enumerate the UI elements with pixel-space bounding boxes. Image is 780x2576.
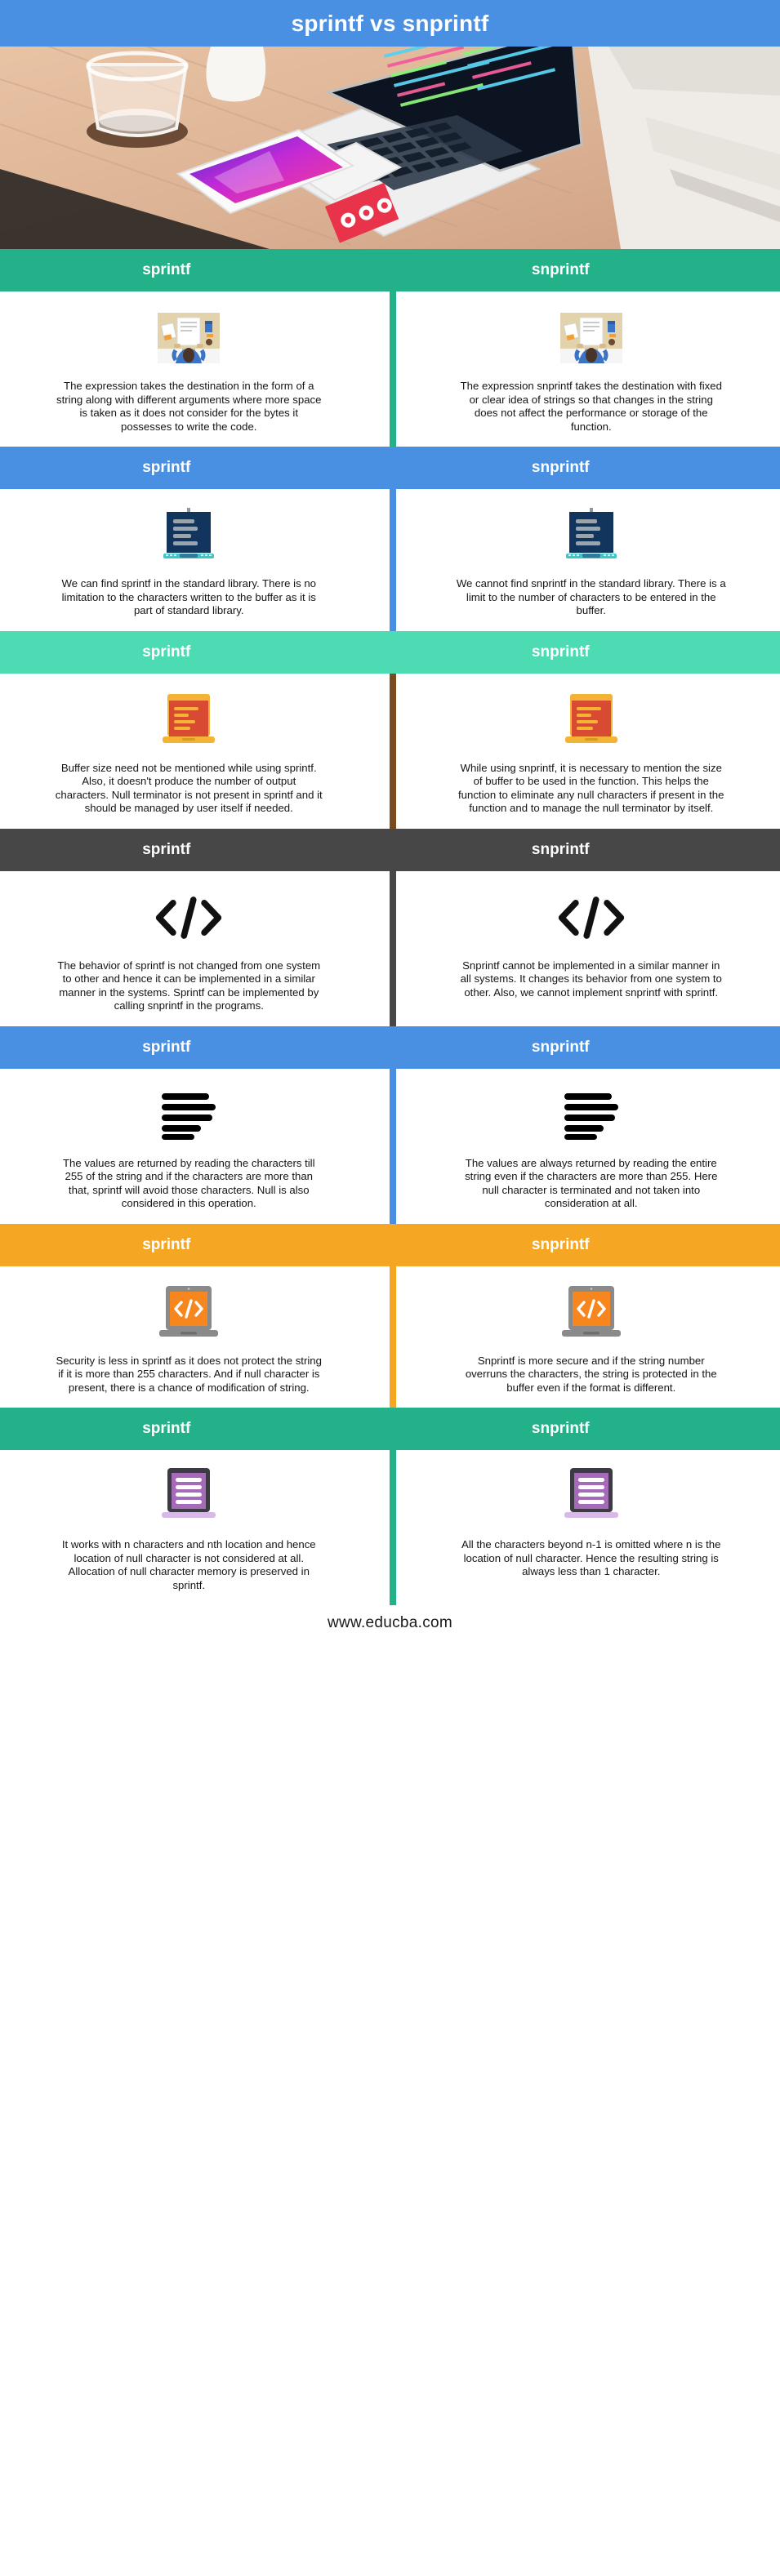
section-divider-4 (390, 870, 396, 1026)
section-band-7: sprintf snprintf (0, 1408, 780, 1450)
page-footer: www.educba.com (0, 1605, 780, 1641)
section-band-5: sprintf snprintf (0, 1026, 780, 1069)
section-text-right-1: The expression snprintf takes the destin… (460, 380, 722, 433)
code-brackets-icon (153, 883, 225, 953)
section-text-right-2: We cannot find snprintf in the standard … (456, 577, 726, 616)
orange-laptop-code-icon (159, 1278, 219, 1348)
section-divider-5 (390, 1068, 396, 1224)
section-band-1: sprintf snprintf (0, 249, 780, 291)
section-text-left-7: It works with n characters and nth locat… (61, 1538, 316, 1591)
section-col-right-7: All the characters beyond n-1 is omitted… (390, 1450, 780, 1605)
section-text-right-5: The values are always returned by readin… (465, 1156, 718, 1210)
band-label-right-4: snprintf (531, 840, 590, 858)
section-col-right-4: Snprintf cannot be implemented in a simi… (390, 871, 780, 1026)
section-row-7: It works with n characters and nth locat… (0, 1450, 780, 1605)
hero-image (0, 47, 780, 249)
section-col-left-2: We can find sprintf in the standard libr… (0, 489, 390, 631)
section-text-left-4: The behavior of sprintf is not changed f… (57, 959, 321, 1012)
red-laptop-icon (564, 685, 617, 755)
section-band-4: sprintf snprintf (0, 828, 780, 871)
section-col-right-3: While using snprintf, it is necessary to… (390, 674, 780, 829)
section-text-left-1: The expression takes the destination in … (56, 380, 322, 433)
section-divider-2 (390, 489, 396, 631)
band-label-right-1: snprintf (531, 261, 590, 278)
section-row-4: The behavior of sprintf is not changed f… (0, 870, 780, 1026)
band-label-left-5: sprintf (142, 1038, 191, 1056)
section-col-left-4: The behavior of sprintf is not changed f… (0, 871, 390, 1026)
band-label-right-7: snprintf (531, 1420, 590, 1437)
section-col-left-7: It works with n characters and nth locat… (0, 1450, 390, 1605)
section-divider-3 (390, 673, 396, 829)
page-header: sprintf vs snprintf (0, 0, 780, 47)
page-title: sprintf vs snprintf (291, 10, 489, 36)
section-text-left-3: Buffer size need not be mentioned while … (55, 761, 323, 815)
infographic-page: sprintf vs snprintf sprintf snprintf The… (0, 0, 780, 1641)
band-label-right-2: snprintf (531, 459, 590, 476)
section-row-6: Security is less in sprintf as it does n… (0, 1266, 780, 1408)
section-text-left-6: Security is less in sprintf as it does n… (56, 1354, 322, 1394)
dark-monitor-icon (162, 501, 216, 571)
desk-workspace-icon (158, 303, 221, 373)
band-label-left-1: sprintf (142, 261, 191, 278)
section-col-left-5: The values are returned by reading the c… (0, 1069, 390, 1224)
section-col-right-1: The expression snprintf takes the destin… (390, 291, 780, 447)
section-band-2: sprintf snprintf (0, 447, 780, 489)
band-label-right-6: snprintf (531, 1235, 590, 1253)
section-divider-7 (390, 1450, 396, 1605)
footer-url: www.educba.com (327, 1614, 453, 1631)
band-label-left-7: sprintf (142, 1420, 191, 1437)
align-lines-icon (564, 1080, 618, 1150)
orange-laptop-code-icon (561, 1278, 621, 1348)
section-divider-6 (390, 1266, 396, 1408)
align-lines-icon (162, 1080, 216, 1150)
section-divider-1 (390, 291, 396, 447)
section-col-right-6: Snprintf is more secure and if the strin… (390, 1266, 780, 1408)
band-label-left-4: sprintf (142, 840, 191, 858)
section-text-left-5: The values are returned by reading the c… (62, 1156, 315, 1210)
band-label-left-2: sprintf (142, 459, 191, 476)
section-text-right-7: All the characters beyond n-1 is omitted… (461, 1538, 721, 1577)
band-label-left-3: sprintf (142, 643, 191, 661)
section-row-2: We can find sprintf in the standard libr… (0, 489, 780, 631)
band-label-right-3: snprintf (531, 643, 590, 661)
section-text-right-4: Snprintf cannot be implemented in a simi… (460, 959, 722, 999)
section-col-right-2: We cannot find snprintf in the standard … (390, 489, 780, 631)
section-col-left-1: The expression takes the destination in … (0, 291, 390, 447)
section-col-left-6: Security is less in sprintf as it does n… (0, 1266, 390, 1408)
section-row-5: The values are returned by reading the c… (0, 1068, 780, 1224)
section-row-3: Buffer size need not be mentioned while … (0, 673, 780, 829)
section-text-right-6: Snprintf is more secure and if the strin… (465, 1354, 717, 1394)
section-band-6: sprintf snprintf (0, 1223, 780, 1266)
hero-illustration (0, 47, 780, 249)
section-col-left-3: Buffer size need not be mentioned while … (0, 674, 390, 829)
red-laptop-icon (163, 685, 216, 755)
purple-monitor-icon (563, 1462, 620, 1532)
section-text-right-3: While using snprintf, it is necessary to… (458, 761, 724, 815)
band-label-left-6: sprintf (142, 1235, 191, 1253)
desk-workspace-icon (559, 303, 622, 373)
band-label-right-5: snprintf (531, 1038, 590, 1056)
section-band-3: sprintf snprintf (0, 630, 780, 674)
code-brackets-icon (555, 883, 627, 953)
section-col-right-5: The values are always returned by readin… (390, 1069, 780, 1224)
dark-monitor-icon (564, 501, 618, 571)
section-text-left-2: We can find sprintf in the standard libr… (61, 577, 317, 616)
purple-monitor-icon (160, 1462, 217, 1532)
section-row-1: The expression takes the destination in … (0, 291, 780, 447)
